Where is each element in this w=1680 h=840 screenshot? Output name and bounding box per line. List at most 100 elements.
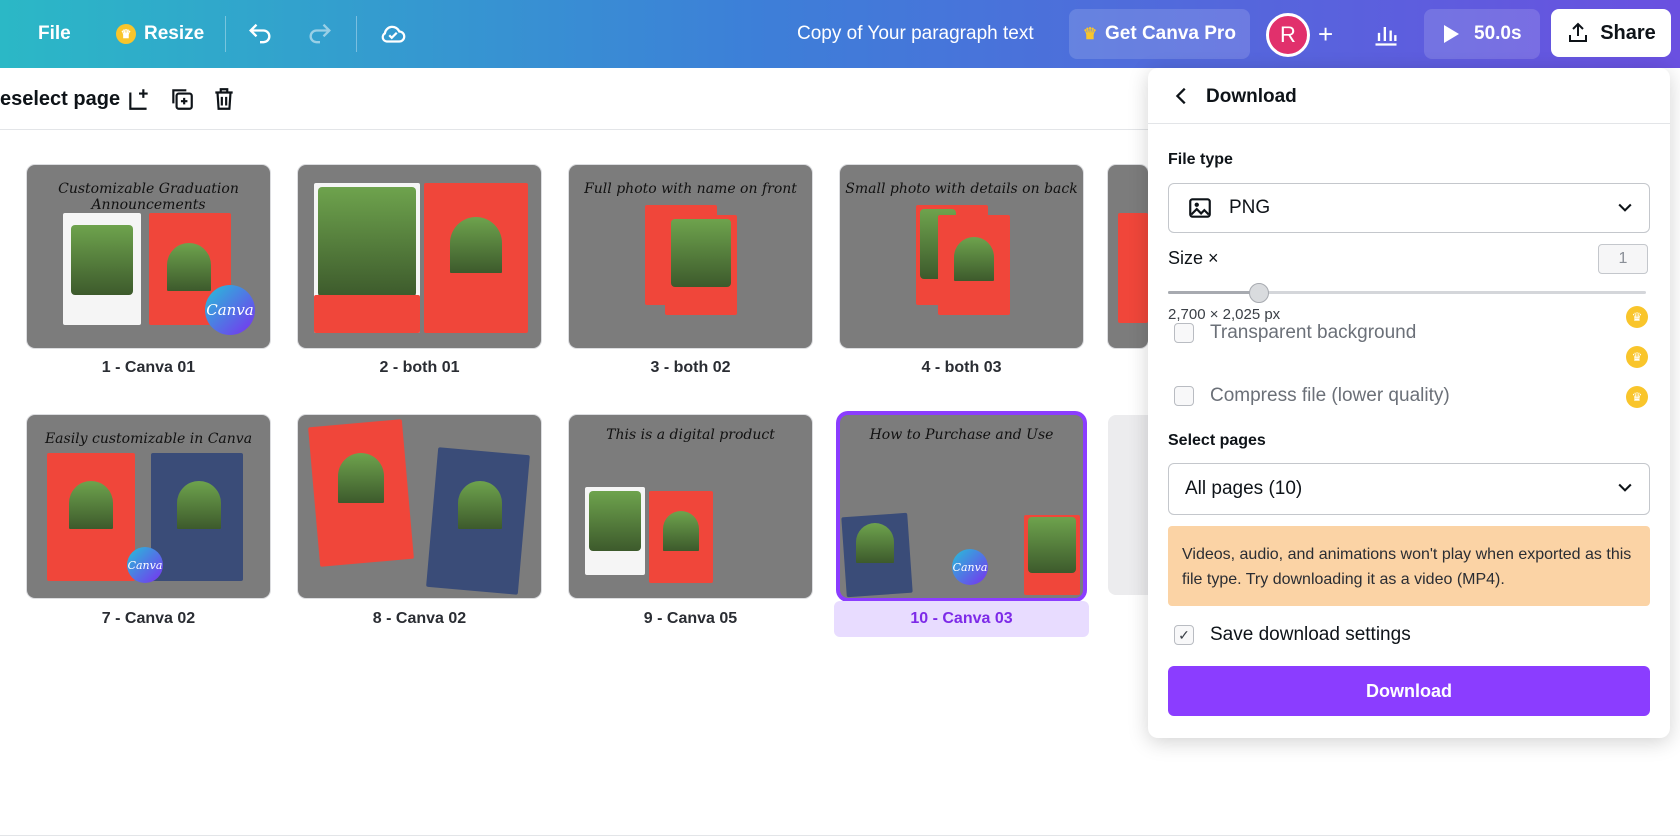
canva-logo-badge: Canva	[205, 285, 255, 335]
page-thumbnail-4[interactable]: Small photo with details on back	[840, 165, 1083, 348]
transparent-background-checkbox[interactable]	[1174, 323, 1194, 343]
page-thumbnail-5[interactable]	[1108, 165, 1148, 348]
page-label: 3 - both 02	[650, 359, 731, 376]
canva-logo-badge: Canva	[127, 547, 163, 583]
duplicate-icon	[172, 89, 193, 110]
compress-file-option[interactable]: Compress file (lower quality)	[1174, 384, 1450, 408]
redo-button[interactable]	[306, 14, 334, 54]
panel-title: Download	[1206, 86, 1297, 107]
size-slider-fill	[1168, 291, 1259, 294]
trash-icon	[215, 88, 233, 110]
compress-file-label: Compress file (lower quality)	[1210, 385, 1450, 406]
arch-photo	[954, 237, 994, 281]
add-page-button[interactable]	[124, 84, 154, 114]
add-collaborator-button[interactable]: +	[1318, 14, 1333, 54]
file-menu-button[interactable]: File	[24, 14, 85, 54]
format-warning: Videos, audio, and animations won't play…	[1168, 526, 1650, 606]
save-settings-checkbox[interactable]: ✓	[1174, 625, 1194, 645]
page-thumbnail-1[interactable]: Customizable Graduation Announcements Ca…	[27, 165, 270, 348]
transparent-background-option[interactable]: Transparent background	[1174, 321, 1416, 345]
graduate-photo	[71, 225, 133, 295]
crown-icon: ♛	[1626, 346, 1648, 368]
arch-photo	[69, 481, 113, 529]
select-pages-label: Select pages	[1168, 432, 1266, 449]
bar-chart-icon	[1375, 27, 1397, 46]
arch-photo	[338, 453, 384, 503]
page-actions-bar: eselect page	[0, 68, 1150, 130]
save-settings-label: Save download settings	[1210, 624, 1411, 645]
duplicate-page-button[interactable]	[167, 84, 197, 114]
size-label: Size ×	[1168, 248, 1219, 268]
chevron-left-icon	[1175, 87, 1186, 105]
add-page-icon	[129, 89, 148, 110]
chevron-down-icon	[1618, 203, 1632, 212]
arch-photo	[450, 217, 502, 273]
arch-photo	[663, 511, 699, 551]
arch-photo	[167, 243, 211, 291]
resize-button[interactable]: ♛ Resize	[102, 14, 218, 54]
arch-photo	[856, 523, 894, 563]
compress-file-checkbox[interactable]	[1174, 386, 1194, 406]
canva-logo-badge: Canva	[952, 549, 988, 585]
deselect-page-button[interactable]: eselect page	[0, 88, 120, 111]
panel-header: Download	[1148, 68, 1670, 124]
thumbnail-headline: This is a digital product	[606, 427, 775, 443]
undo-button[interactable]	[246, 14, 274, 54]
save-download-settings-option[interactable]: ✓ Save download settings	[1174, 623, 1411, 647]
present-button[interactable]: 50.0s	[1424, 9, 1540, 59]
document-title[interactable]: Copy of Your paragraph text	[797, 14, 1034, 54]
download-panel: Download File type PNG Size × 1 2,700 × …	[1148, 68, 1670, 738]
thumbnail-headline: Customizable Graduation Announcements	[58, 181, 239, 213]
crown-icon: ♛	[1626, 386, 1648, 408]
page-label: 2 - both 01	[379, 359, 460, 376]
arch-photo	[177, 481, 221, 529]
thumbnail-headline: How to Purchase and Use	[869, 427, 1054, 443]
insights-button[interactable]	[1372, 14, 1400, 54]
page-thumbnail-10[interactable]: How to Purchase and Use Canva	[840, 415, 1083, 598]
size-input[interactable]: 1	[1598, 244, 1648, 274]
chevron-down-icon	[1618, 483, 1632, 492]
page-label: 7 - Canva 02	[101, 610, 196, 627]
page-label: 4 - both 03	[921, 359, 1002, 376]
graduate-photo	[318, 187, 416, 297]
page-thumbnail-7[interactable]: Easily customizable in Canva Canva	[27, 415, 270, 598]
select-pages-dropdown[interactable]: All pages (10)	[1168, 463, 1650, 515]
toolbar-divider	[356, 16, 357, 52]
file-type-value: PNG	[1229, 197, 1271, 218]
page-label: 8 - Canva 02	[372, 610, 467, 627]
transparent-background-label: Transparent background	[1210, 322, 1417, 343]
share-button[interactable]: Share	[1551, 9, 1671, 57]
page-thumbnail-3[interactable]: Full photo with name on front	[569, 165, 812, 348]
save-status-button[interactable]	[378, 14, 408, 54]
get-canva-pro-button[interactable]: ♛ Get Canva Pro	[1069, 9, 1250, 59]
play-icon	[1444, 25, 1459, 43]
size-slider-handle[interactable]	[1249, 283, 1269, 303]
back-button[interactable]	[1168, 82, 1196, 110]
graduate-photo	[1028, 517, 1076, 573]
get-pro-label: Get Canva Pro	[1105, 23, 1236, 44]
page-thumbnail-9[interactable]: This is a digital product	[569, 415, 812, 598]
file-type-dropdown[interactable]: PNG	[1168, 183, 1650, 233]
download-button[interactable]: Download	[1168, 666, 1650, 716]
size-slider[interactable]	[1168, 283, 1646, 303]
thumbnail-headline: Full photo with name on front	[584, 181, 797, 197]
select-pages-value: All pages (10)	[1185, 478, 1303, 499]
share-icon	[1569, 22, 1588, 42]
page-label-selected: 10 - Canva 03	[834, 601, 1089, 637]
delete-page-button[interactable]	[209, 84, 239, 114]
crown-icon: ♛	[1626, 306, 1648, 328]
resize-label: Resize	[144, 23, 205, 44]
thumbnail-headline: Easily customizable in Canva	[44, 431, 253, 447]
page-thumbnail-2[interactable]	[298, 165, 541, 348]
toolbar-divider	[225, 16, 226, 52]
avatar[interactable]: R	[1266, 13, 1310, 57]
file-type-label: File type	[1168, 151, 1233, 168]
redo-icon	[309, 23, 331, 44]
arch-photo	[458, 481, 502, 529]
graduate-photo	[589, 491, 641, 551]
timer-label: 50.0s	[1474, 23, 1522, 44]
page-thumbnail-8[interactable]	[298, 415, 541, 598]
image-icon	[1189, 198, 1211, 218]
undo-icon	[249, 23, 271, 44]
canvas-footer-divider	[0, 835, 1680, 836]
